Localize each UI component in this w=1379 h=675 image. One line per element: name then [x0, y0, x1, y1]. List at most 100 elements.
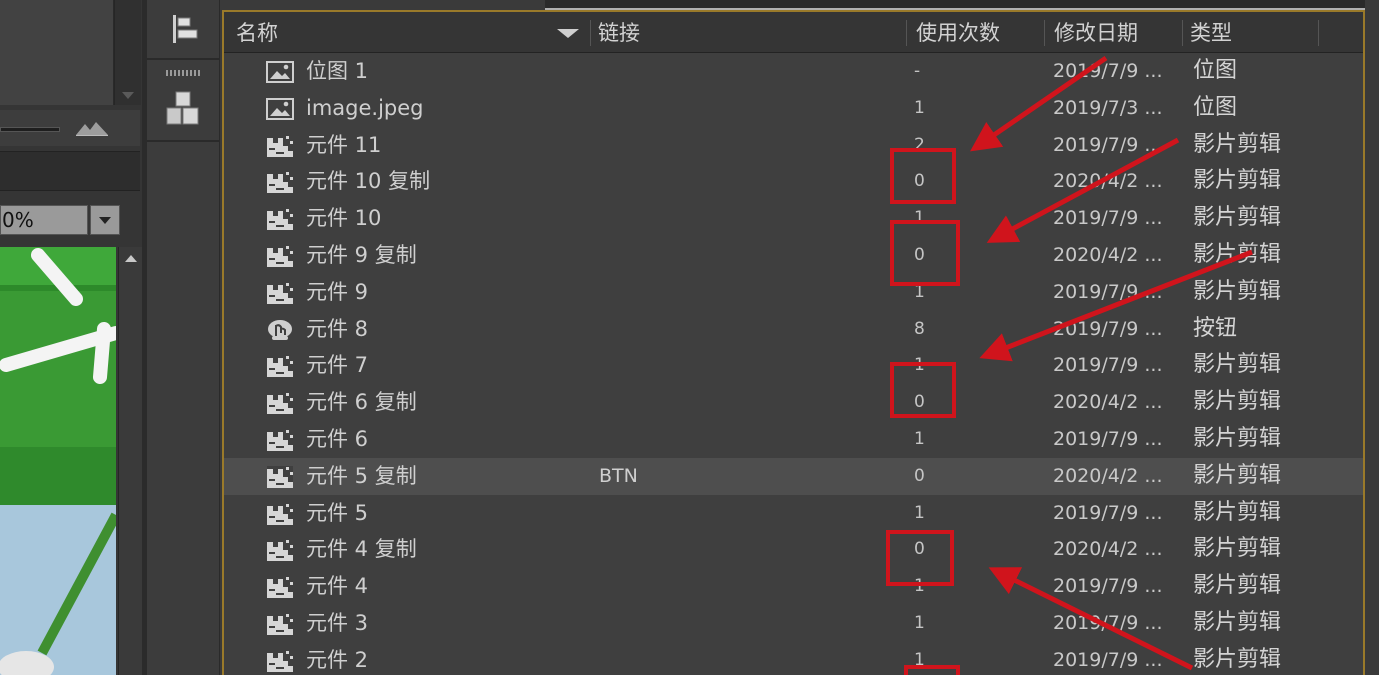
column-header-use-count[interactable]: 使用次数 — [916, 12, 1000, 53]
scroll-down-icon[interactable] — [122, 92, 134, 99]
item-modified-date: 2020/4/2 ... — [1053, 464, 1163, 487]
movieclip-icon — [266, 353, 294, 378]
library-panel: 名称 链接 使用次数 修改日期 类型 位图 1-2019/7/9 ... 位图 im… — [222, 10, 1365, 675]
library-item[interactable]: 元件 8 8 2019/7/9 ... 按钮 — [224, 311, 1363, 348]
item-name: 元件 6 复制 — [306, 390, 417, 415]
item-modified-date: 2019/7/9 ... — [1053, 354, 1163, 377]
item-name: 位图 1 — [306, 59, 369, 83]
library-item[interactable]: 元件 5 复制 BTN 0 2020/4/2 ... 影片剪辑 — [224, 457, 1363, 495]
item-use-count: 1 — [914, 355, 925, 376]
chevron-down-icon — [99, 217, 111, 224]
item-name: 元件 4 — [306, 574, 369, 599]
item-modified-date: 2020/4/2 ... — [1053, 170, 1163, 193]
library-item[interactable]: 元件 6 复制 0 2020/4/2 ... 影片剪辑 — [224, 384, 1363, 421]
components-icon[interactable] — [165, 90, 201, 128]
library-item[interactable]: 元件 9 复制 0 2020/4/2 ... 影片剪辑 — [224, 237, 1363, 274]
stage-vertical-scrollbar[interactable] — [118, 247, 142, 675]
item-modified-date: 2019/7/3 ... — [1053, 96, 1163, 119]
item-use-count: 1 — [914, 502, 925, 523]
item-modified-date: 2019/7/9 ... — [1053, 280, 1163, 303]
item-modified-date: 2020/4/2 ... — [1053, 391, 1163, 414]
item-name: 元件 11 — [306, 132, 382, 157]
zoom-in-mountain-icon[interactable] — [76, 120, 108, 136]
library-item[interactable]: image.jpeg 1 2019/7/3 ... 位图 — [224, 90, 1363, 127]
item-type: 位图 — [1193, 94, 1238, 120]
item-modified-date: 2019/7/9 ... — [1053, 428, 1163, 450]
column-header-type[interactable]: 类型 — [1190, 12, 1232, 53]
movieclip-icon — [266, 648, 294, 672]
stage-panel: 0% — [0, 0, 145, 675]
item-name: 元件 9 — [306, 279, 369, 304]
library-item[interactable]: 元件 9 1 2019/7/9 ... 影片剪辑 — [224, 274, 1363, 311]
sort-descending-icon[interactable] — [557, 29, 579, 38]
library-item[interactable]: 元件 3 1 2019/7/9 ... 影片剪辑 — [224, 605, 1363, 642]
column-separator[interactable] — [590, 20, 591, 46]
library-item[interactable]: 元件 2 1 2019/7/9 ... 影片剪辑 — [224, 642, 1363, 675]
item-use-count: 1 — [914, 97, 925, 118]
movieclip-icon — [266, 574, 294, 599]
library-item[interactable]: 元件 11 2 2019/7/9 ... 影片剪辑 — [224, 127, 1363, 164]
item-modified-date: 2019/7/9 ... — [1053, 317, 1163, 340]
library-item[interactable]: 元件 6 1 2019/7/9 ... 影片剪辑 — [224, 421, 1363, 458]
movieclip-icon — [266, 280, 294, 304]
item-name: 元件 2 — [306, 647, 369, 672]
movieclip-icon — [266, 464, 294, 488]
item-type: 影片剪辑 — [1193, 610, 1282, 635]
item-use-count: 1 — [914, 576, 925, 597]
item-type: 影片剪辑 — [1193, 278, 1282, 304]
item-modified-date: 2020/4/2 ... — [1053, 538, 1163, 561]
column-header-name[interactable]: 名称 — [236, 12, 278, 53]
library-item[interactable]: 元件 7 1 2019/7/9 ... 影片剪辑 — [224, 347, 1363, 384]
movieclip-icon — [266, 133, 294, 157]
bitmap-icon — [266, 59, 294, 83]
library-item[interactable]: 元件 4 1 2019/7/9 ... 影片剪辑 — [224, 568, 1363, 605]
item-use-count: 2 — [914, 134, 925, 155]
zoom-slider-row — [0, 110, 140, 146]
column-separator[interactable] — [1318, 20, 1319, 46]
item-modified-date: 2019/7/9 ... — [1053, 501, 1163, 524]
button-symbol-icon — [266, 317, 294, 341]
library-column-header: 名称 链接 使用次数 修改日期 类型 — [224, 12, 1363, 53]
align-icon[interactable] — [171, 14, 199, 44]
item-use-count: 8 — [914, 318, 925, 339]
stage-canvas[interactable] — [0, 247, 116, 675]
timeline-scrollbar[interactable] — [114, 0, 141, 105]
item-type: 影片剪辑 — [1193, 499, 1282, 525]
column-separator[interactable] — [1044, 20, 1045, 46]
library-item[interactable]: 位图 1 - 2019/7/9 ... 位图 — [224, 53, 1363, 90]
item-name: 元件 6 — [306, 427, 369, 451]
movieclip-icon — [266, 169, 294, 194]
column-separator[interactable] — [1182, 20, 1183, 46]
movieclip-icon — [266, 501, 294, 525]
zoom-dropdown-button[interactable] — [90, 205, 120, 235]
column-header-link[interactable]: 链接 — [598, 12, 640, 53]
scroll-up-icon[interactable] — [125, 255, 137, 262]
collapsed-panel-strip — [147, 0, 220, 675]
bitmap-icon — [266, 96, 294, 120]
item-modified-date: 2019/7/9 ... — [1053, 207, 1163, 230]
movieclip-icon — [266, 427, 294, 451]
item-modified-date: 2019/7/9 ... — [1053, 575, 1163, 598]
movieclip-icon — [266, 390, 294, 415]
library-item[interactable]: 元件 4 复制 0 2020/4/2 ... 影片剪辑 — [224, 531, 1363, 568]
library-item[interactable]: 元件 5 1 2019/7/9 ... 影片剪辑 — [224, 495, 1363, 532]
strip-divider — [147, 58, 220, 60]
library-item[interactable]: 元件 10 1 2019/7/9 ... 影片剪辑 — [224, 200, 1363, 237]
item-type: 位图 — [1193, 58, 1238, 83]
item-name: 元件 7 — [306, 353, 369, 378]
panel-grip-handle[interactable] — [166, 70, 202, 76]
zoom-slider[interactable] — [0, 127, 60, 132]
column-separator[interactable] — [906, 20, 907, 46]
item-name: image.jpeg — [306, 95, 424, 120]
item-use-count: 1 — [914, 429, 925, 449]
item-type: 按钮 — [1193, 315, 1238, 341]
item-type: 影片剪辑 — [1193, 389, 1282, 415]
item-name: 元件 10 复制 — [306, 169, 431, 194]
item-modified-date: 2019/7/9 ... — [1053, 648, 1163, 671]
item-use-count: 1 — [914, 208, 925, 229]
library-item[interactable]: 元件 10 复制 0 2020/4/2 ... 影片剪辑 — [224, 163, 1363, 200]
item-name: 元件 3 — [306, 611, 369, 635]
movieclip-icon — [266, 206, 294, 231]
zoom-level-field[interactable]: 0% — [0, 205, 88, 235]
column-header-modified-date[interactable]: 修改日期 — [1054, 12, 1138, 53]
